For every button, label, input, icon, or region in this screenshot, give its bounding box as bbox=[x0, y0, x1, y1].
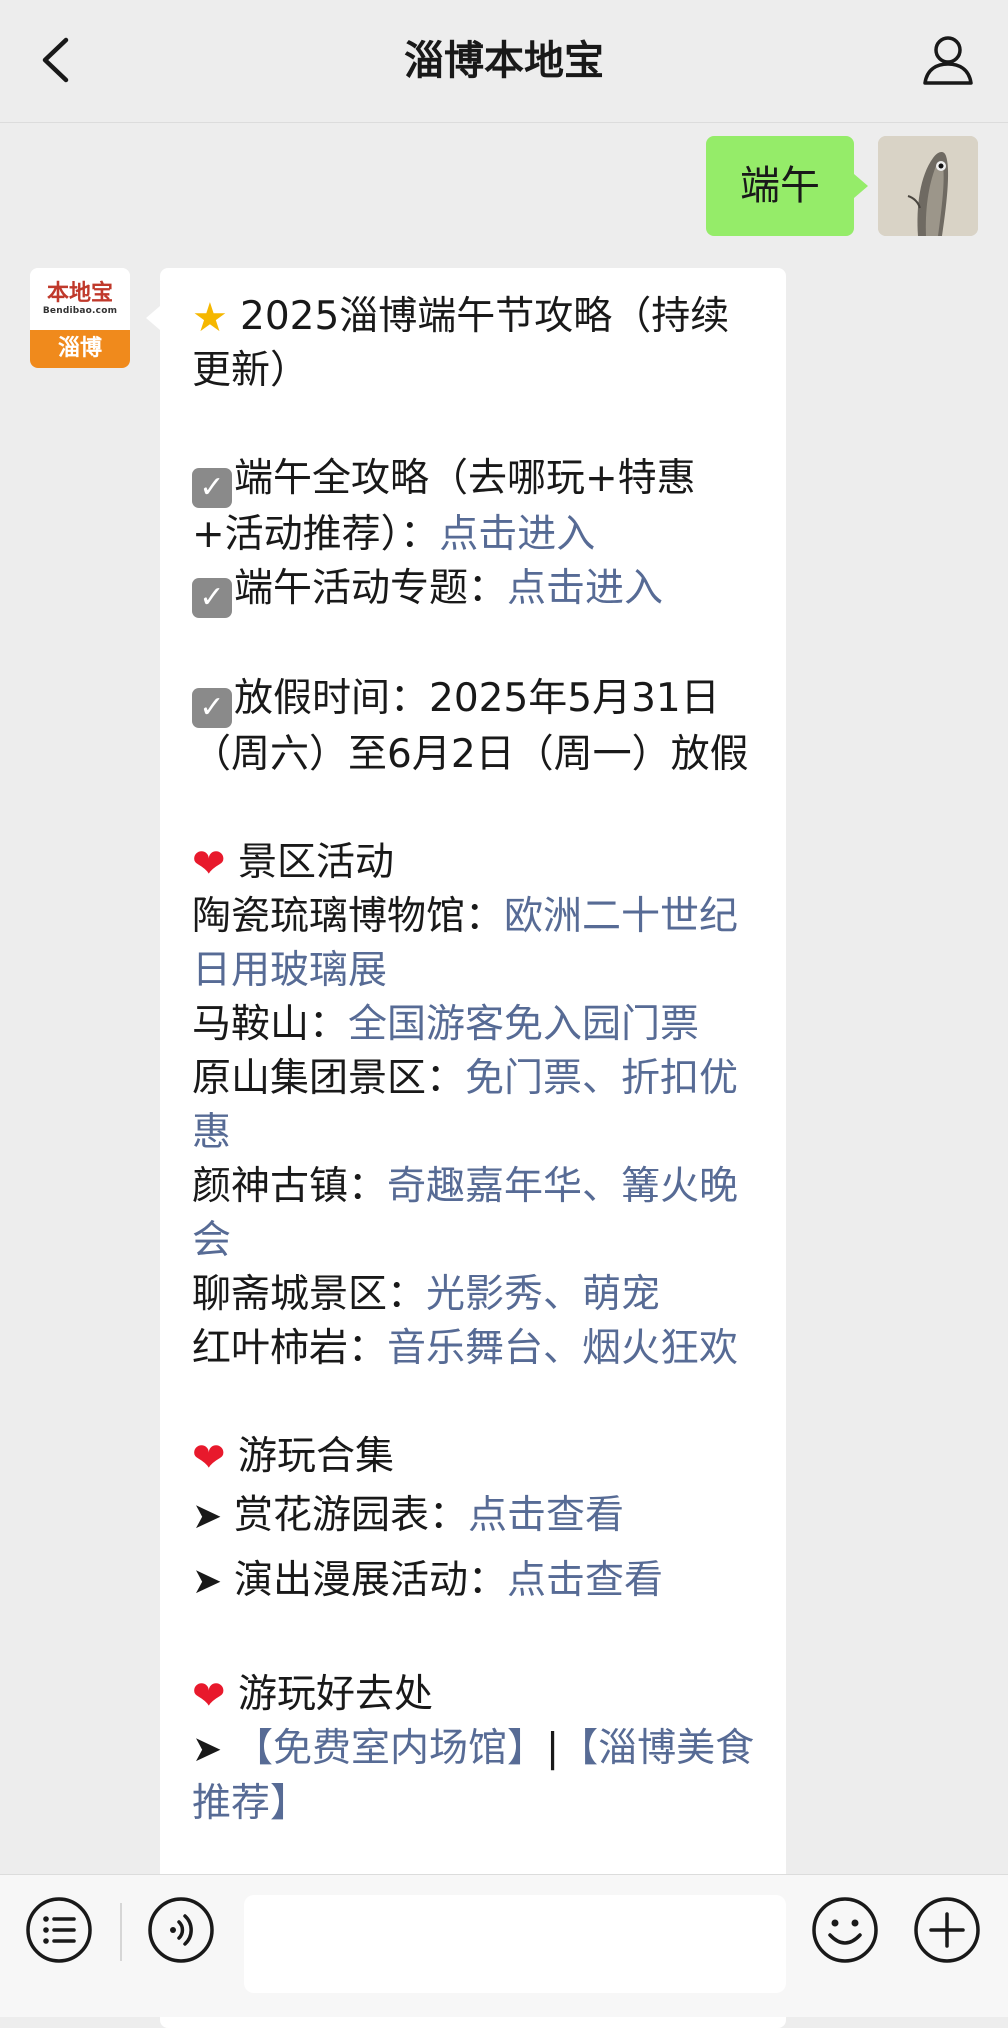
message-input[interactable] bbox=[244, 1895, 786, 1993]
places-heading: ❤ 游玩好去处 bbox=[192, 1672, 434, 1719]
arrow-right-icon: ➤ bbox=[192, 1729, 223, 1770]
collection-heading: ❤ 游玩合集 bbox=[192, 1434, 395, 1481]
menu-button[interactable] bbox=[24, 1895, 94, 1965]
user-icon bbox=[923, 36, 973, 85]
toolbar-divider bbox=[120, 1903, 122, 1961]
fish-avatar-image bbox=[878, 136, 978, 236]
holiday-line: ✓ 放假时间：2025年5月31日（周六）至6月2日（周一）放假 bbox=[192, 676, 749, 777]
scenic-heading: ❤ 景区活动 bbox=[192, 840, 395, 887]
scenic-item-link[interactable]: 全国游客免入园门票 bbox=[348, 1002, 699, 1047]
topic-link[interactable]: 点击进入 bbox=[507, 566, 663, 611]
places-separator: | bbox=[546, 1726, 560, 1771]
heart-icon: ❤ bbox=[192, 1435, 226, 1481]
scenic-item: 马鞍山：全国游客免入园门票 bbox=[192, 1002, 700, 1047]
avatar-logo-area: 本地宝 Bendibao.com bbox=[30, 268, 130, 330]
account-avatar[interactable]: 本地宝 Bendibao.com 淄博 bbox=[30, 268, 130, 368]
check-box-icon: ✓ bbox=[192, 578, 232, 618]
top-bar: 淄博本地宝 bbox=[0, 0, 1008, 123]
collection-item-link[interactable]: 点击查看 bbox=[468, 1493, 624, 1538]
avatar-logo-text: 本地宝 bbox=[46, 280, 113, 305]
guide-link[interactable]: 点击进入 bbox=[439, 512, 595, 557]
list-menu-icon bbox=[26, 1897, 92, 1963]
heart-icon: ❤ bbox=[192, 841, 226, 887]
scenic-item: 颜神古镇：奇趣嘉年华、篝火晚会 bbox=[192, 1164, 739, 1263]
plus-icon bbox=[914, 1897, 980, 1963]
topic-line: ✓ 端午活动专题：点击进入 bbox=[192, 562, 760, 618]
scenic-item: 红叶柿岩：音乐舞台、烟火狂欢 bbox=[192, 1326, 739, 1371]
scenic-item: 原山集团景区：免门票、折扣优惠 bbox=[192, 1056, 739, 1155]
smiley-icon bbox=[812, 1897, 878, 1963]
collection-item: ➤ 演出漫展活动：点击查看 bbox=[192, 1549, 760, 1614]
more-button[interactable] bbox=[912, 1895, 982, 1965]
my-avatar[interactable] bbox=[878, 136, 978, 236]
received-message-row: 本地宝 Bendibao.com 淄博 ★ 2025淄博端午节攻略（持续更新） ✓… bbox=[30, 268, 786, 2028]
scenic-item-link[interactable]: 音乐舞台、烟火狂欢 bbox=[387, 1326, 738, 1371]
check-box-icon: ✓ bbox=[192, 468, 232, 508]
arrow-right-icon: ➤ bbox=[192, 1561, 223, 1602]
bottom-input-bar bbox=[0, 1874, 1008, 2017]
received-message-bubble: ★ 2025淄博端午节攻略（持续更新） ✓ 端午全攻略（去哪玩+特惠+活动推荐）：点… bbox=[146, 268, 786, 2028]
avatar-logo-subtext: Bendibao.com bbox=[42, 306, 118, 316]
star-icon: ★ bbox=[192, 295, 228, 341]
profile-button[interactable] bbox=[918, 30, 978, 90]
places-line: ➤ 【免费室内场馆】|【淄博美食推荐】 bbox=[192, 1722, 760, 1831]
scenic-item: 聊斋城景区：光影秀、萌宠 bbox=[192, 1272, 661, 1317]
page-title: 淄博本地宝 bbox=[404, 38, 604, 84]
free-venues-link[interactable]: 【免费室内场馆】 bbox=[234, 1726, 546, 1771]
scenic-item: 陶瓷琉璃博物馆：欧洲二十世纪日用玻璃展 bbox=[192, 894, 739, 993]
sent-message-bubble[interactable]: 端午 bbox=[706, 136, 868, 236]
arrow-right-icon: ➤ bbox=[192, 1496, 223, 1537]
emoji-button[interactable] bbox=[810, 1895, 880, 1965]
check-box-icon: ✓ bbox=[192, 688, 232, 728]
heart-icon: ❤ bbox=[192, 1673, 226, 1719]
voice-icon bbox=[148, 1897, 214, 1963]
collection-item-link[interactable]: 点击查看 bbox=[507, 1558, 663, 1603]
avatar-city-label: 淄博 bbox=[30, 330, 130, 368]
scenic-item-link[interactable]: 光影秀、萌宠 bbox=[426, 1272, 660, 1317]
collection-item: ➤ 赏花游园表：点击查看 bbox=[192, 1484, 760, 1549]
guide-line: ✓ 端午全攻略（去哪玩+特惠+活动推荐）：点击进入 bbox=[192, 456, 696, 557]
sent-message-row: 端午 bbox=[706, 136, 978, 236]
voice-button[interactable] bbox=[146, 1895, 216, 1965]
article-title: ★ 2025淄博端午节攻略（持续更新） bbox=[192, 294, 730, 393]
